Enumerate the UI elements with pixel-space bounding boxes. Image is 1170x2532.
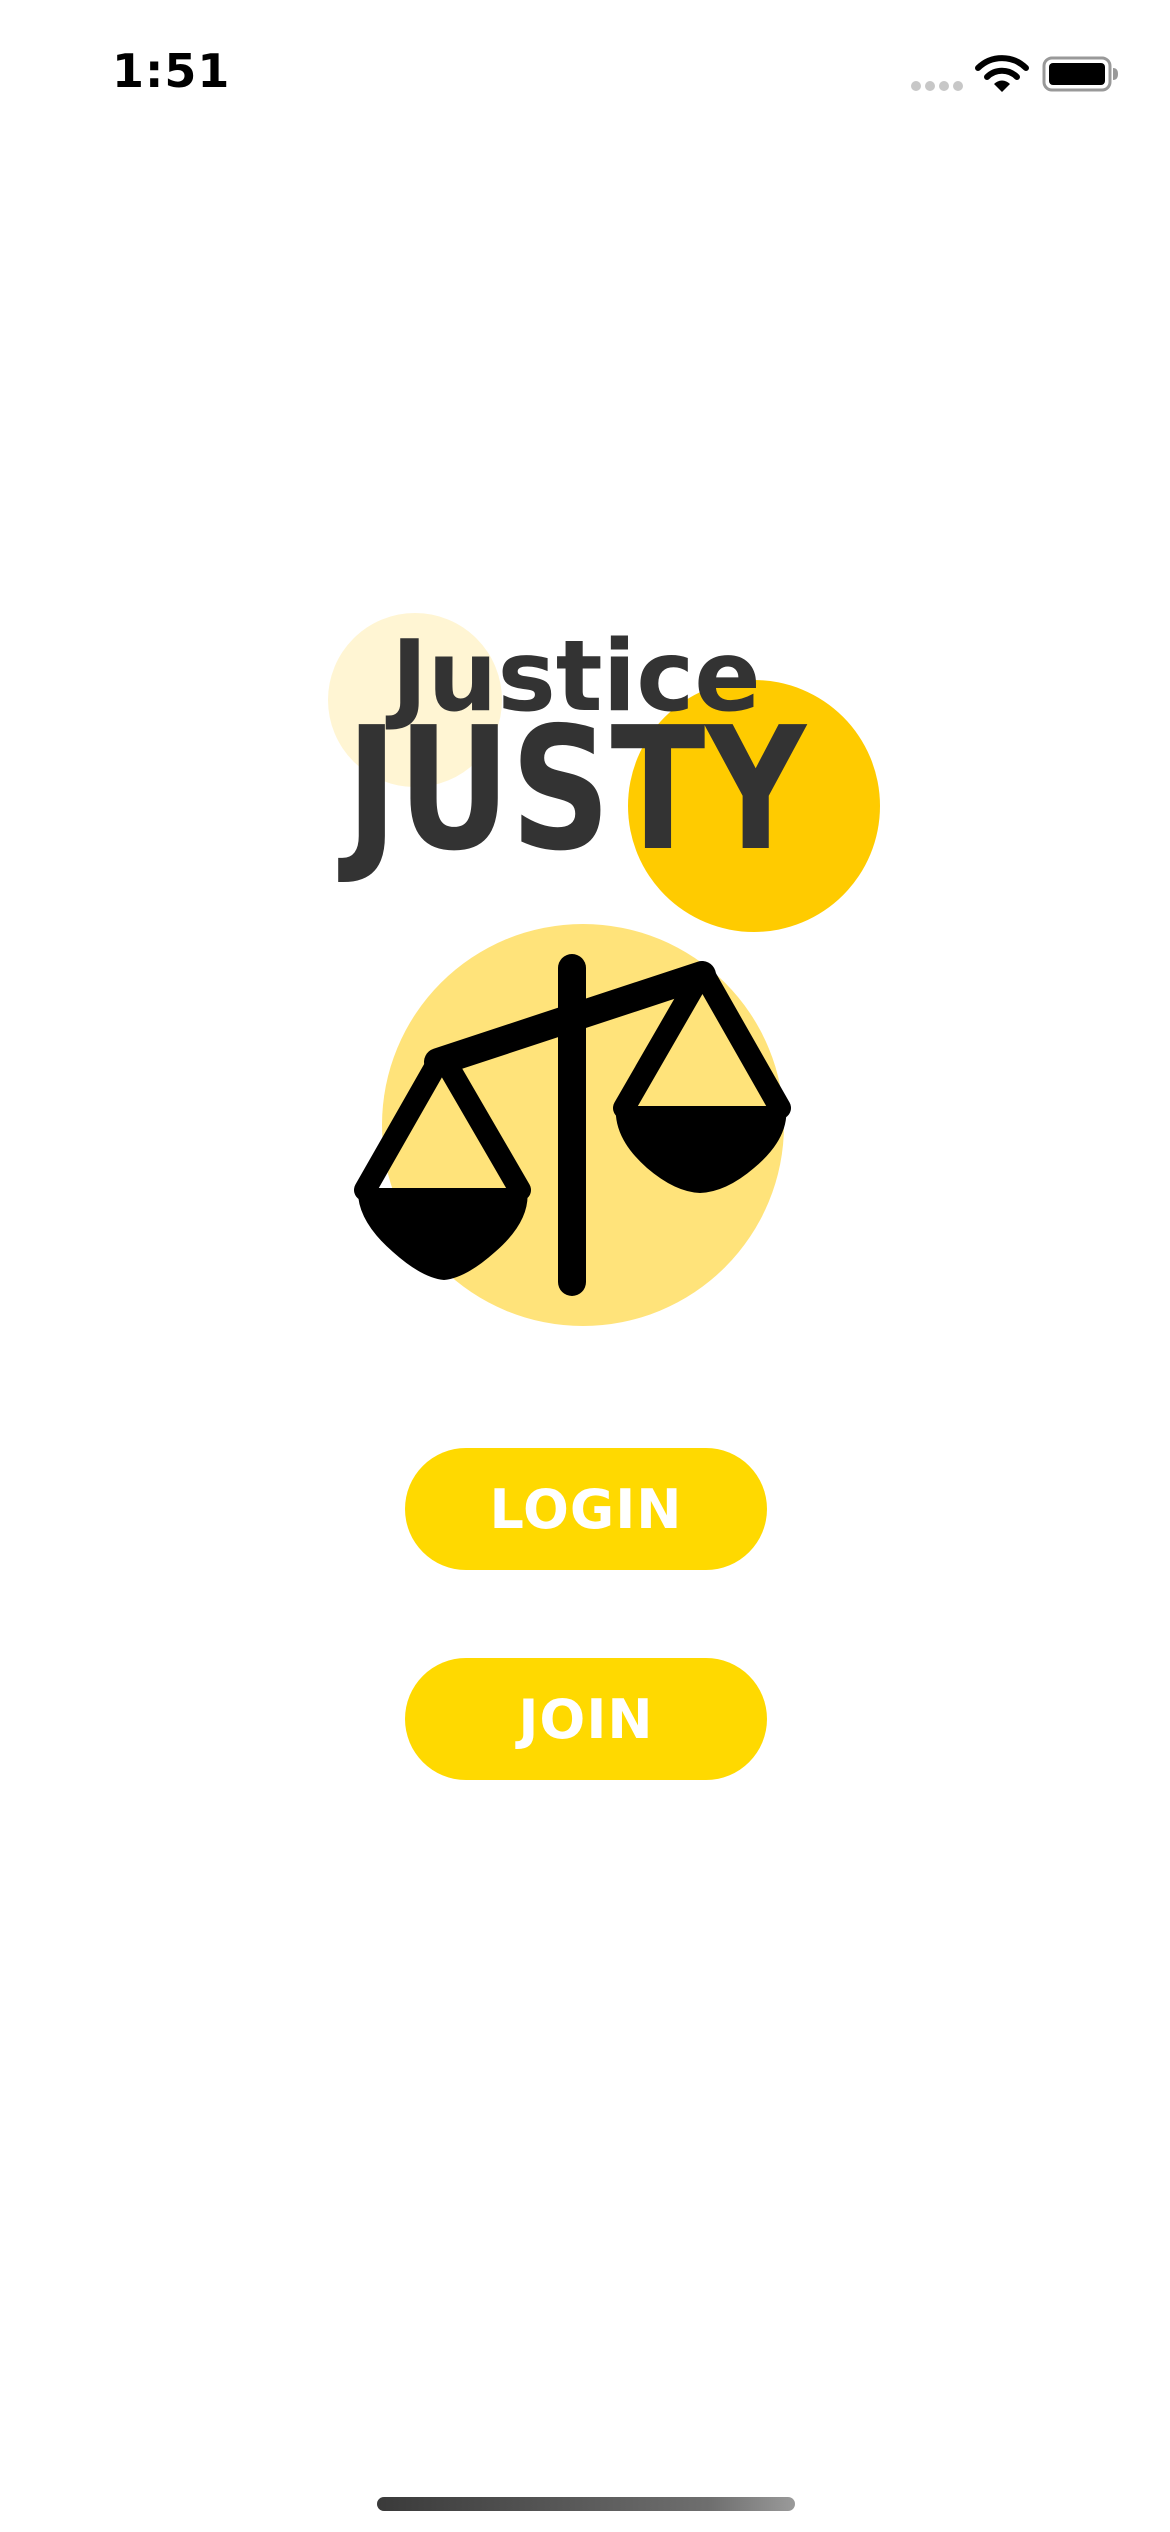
logo-graphic: Justice JUSTY — [328, 613, 880, 1326]
logo-brand-word: JUSTY — [338, 691, 808, 889]
join-button[interactable]: JOIN — [405, 1658, 767, 1780]
home-indicator[interactable] — [377, 2497, 795, 2511]
app-logo: Justice JUSTY — [0, 0, 1170, 1400]
login-button[interactable]: LOGIN — [405, 1448, 767, 1570]
